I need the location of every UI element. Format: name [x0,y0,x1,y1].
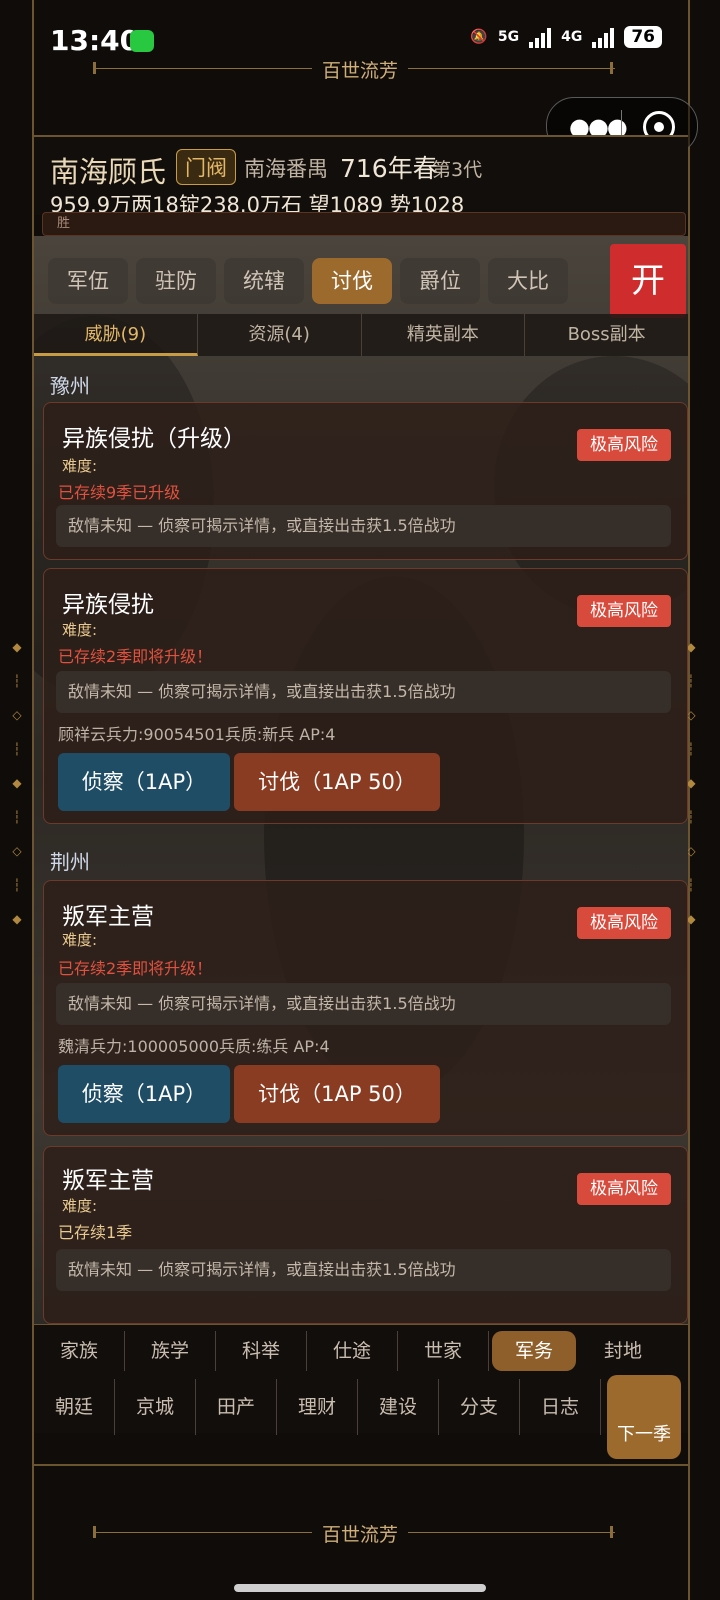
troop-info: 顾祥云兵力:90054501兵质:新兵 AP:4 [58,725,336,744]
nav-career[interactable]: 仕途 [307,1331,398,1371]
footer-title: 百世流芳 [311,1524,408,1546]
attack-button[interactable]: 讨伐（1AP 50） [234,1065,440,1123]
region-header: 荆州 [50,850,90,874]
nav-family[interactable]: 家族 [34,1331,125,1371]
nav-estate[interactable]: 田产 [196,1379,277,1435]
sub-tabs: 威胁(9) 资源(4) 精英副本 Boss副本 [34,314,688,356]
nav-build[interactable]: 建设 [358,1379,439,1435]
threat-status: 已存续2季即将升级！ [58,647,213,666]
tab-army[interactable]: 军伍 [48,258,128,304]
subtab-elite-dungeon[interactable]: 精英副本 [362,314,526,356]
app-title: 百世流芳 [311,60,408,82]
scout-button[interactable]: 侦察（1AP） [58,1065,230,1123]
nav-capital[interactable]: 京城 [115,1379,196,1435]
risk-badge: 极高风险 [577,907,671,939]
nav-finance[interactable]: 理财 [277,1379,358,1435]
notice-bar[interactable]: 胜 [42,212,686,236]
attack-button[interactable]: 讨伐（1AP 50） [234,753,440,811]
intel-box: 敌情未知 — 侦察可揭示详情，或直接出击获1.5倍战功 [56,671,671,713]
next-season-button[interactable]: 下一季 [607,1375,681,1459]
side-ornament-left: ◆ ┆ ◇ ┆ ◆ ┆ ◇ ┆ ◆ [12,640,22,926]
threat-card: 叛军主营 极高风险 难度: 已存续1季 敌情未知 — 侦察可揭示详情，或直接出击… [43,1146,688,1324]
signal-4g-label: 4G [561,29,583,45]
bottom-divider [34,1464,688,1466]
difficulty-label: 难度: [62,1197,98,1215]
signal-5g-icon [529,26,552,48]
threat-title: 异族侵扰（升级） [62,426,246,452]
clock: 13:40 [50,24,140,57]
mute-icon: 🔕 [470,29,488,45]
risk-badge: 极高风险 [577,429,671,461]
threat-status: 已存续2季即将升级！ [58,959,213,978]
subtab-resources[interactable]: 资源(4) [198,314,362,356]
risk-badge: 极高风险 [577,1173,671,1205]
threat-title: 叛军主营 [62,904,154,930]
subtab-threats[interactable]: 威胁(9) [34,314,198,356]
open-button[interactable]: 开 [610,244,686,318]
nav-fief[interactable]: 封地 [579,1331,667,1371]
nav-military[interactable]: 军务 [492,1331,576,1371]
threat-title: 异族侵扰 [62,592,154,618]
threat-card: 异族侵扰 极高风险 难度: 已存续2季即将升级！ 敌情未知 — 侦察可揭示详情，… [43,568,688,824]
battery-icon: 76 [624,26,662,48]
intel-box: 敌情未知 — 侦察可揭示详情，或直接出击获1.5倍战功 [56,505,671,547]
tab-nobility[interactable]: 爵位 [400,258,480,304]
difficulty-label: 难度: [62,621,98,639]
tab-garrison[interactable]: 驻防 [136,258,216,304]
family-header: 南海顾氏 门阀 南海番禺 716年春 第3代 959.9万两18锭238.0万石… [34,135,688,217]
troop-info: 魏清兵力:100005000兵质:练兵 AP:4 [58,1037,330,1056]
region-header: 豫州 [50,374,90,398]
nav-exam[interactable]: 科举 [216,1331,307,1371]
nav-noble-houses[interactable]: 世家 [398,1331,489,1371]
difficulty-label: 难度: [62,931,98,949]
nav-log[interactable]: 日志 [520,1379,601,1435]
family-place: 南海番禺 [244,157,328,181]
wechat-icon [130,30,154,52]
signal-4g-icon [592,26,615,48]
threat-status: 已存续9季已升级 [58,483,181,502]
intel-box: 敌情未知 — 侦察可揭示详情，或直接出击获1.5倍战功 [56,983,671,1025]
threat-title: 叛军主营 [62,1168,154,1194]
generation: 第3代 [432,159,483,181]
nav-clan-school[interactable]: 族学 [125,1331,216,1371]
threat-status: 已存续1季 [58,1223,133,1242]
tab-expedition[interactable]: 讨伐 [312,258,392,304]
risk-badge: 极高风险 [577,595,671,627]
difficulty-label: 难度: [62,457,98,475]
signal-5g-label: 5G [497,29,520,45]
main-tabs: 军伍 驻防 统辖 讨伐 爵位 大比 [48,258,568,304]
nav-branch[interactable]: 分支 [439,1379,520,1435]
home-indicator[interactable] [234,1584,486,1592]
bottom-nav: 家族 族学 科举 仕途 世家 军务 封地 朝廷 京城 田产 理财 建设 分支 日… [34,1324,688,1459]
tab-tournament[interactable]: 大比 [488,258,568,304]
threat-card: 异族侵扰（升级） 极高风险 难度: 已存续9季已升级 敌情未知 — 侦察可揭示详… [43,402,688,560]
tab-command[interactable]: 统辖 [224,258,304,304]
intel-box: 敌情未知 — 侦察可揭示详情，或直接出击获1.5倍战功 [56,1249,671,1291]
scout-button[interactable]: 侦察（1AP） [58,753,230,811]
threat-card: 叛军主营 极高风险 难度: 已存续2季即将升级！ 敌情未知 — 侦察可揭示详情，… [43,880,688,1136]
family-rank-badge: 门阀 [176,149,236,185]
nav-court[interactable]: 朝廷 [34,1379,115,1435]
family-name: 南海顾氏 [50,155,167,189]
game-year: 716年春 [340,154,438,183]
subtab-boss-dungeon[interactable]: Boss副本 [525,314,688,356]
